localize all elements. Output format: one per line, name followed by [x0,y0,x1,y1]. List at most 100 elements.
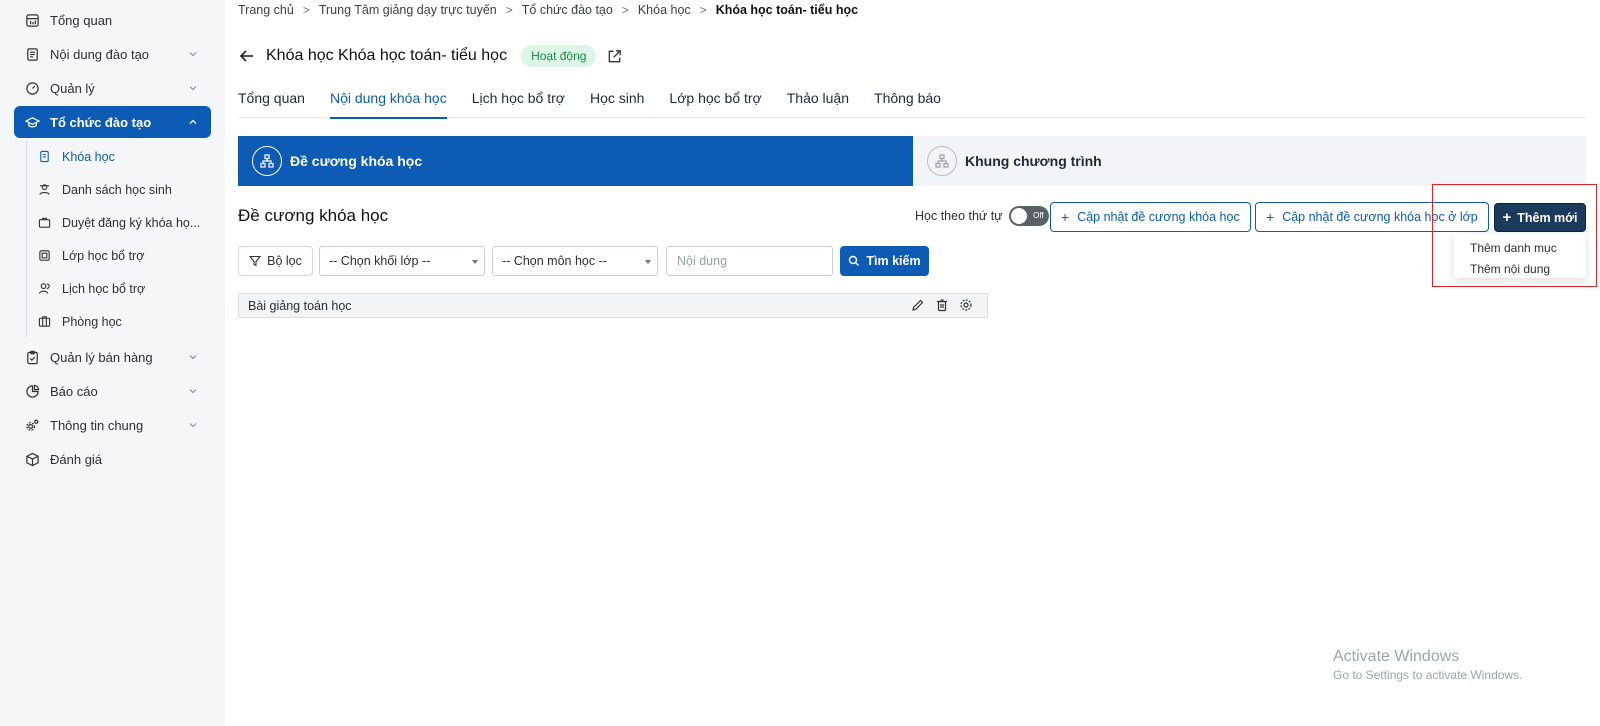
grade-select[interactable]: -- Chọn khối lớp -- [319,246,485,276]
button-label: Bộ lọc [267,254,302,268]
section-label: Khung chương trình [965,153,1102,169]
breadcrumb-courses[interactable]: Khóa học [638,3,691,17]
sidebar-subitem-supplementary-classes[interactable]: Lớp học bổ trợ [38,242,213,270]
content-search-input[interactable] [666,246,833,276]
users-icon [38,282,52,296]
tab-supplementary-schedule[interactable]: Lịch học bổ trợ [472,86,565,118]
breadcrumb-training-organization[interactable]: Tổ chức đào tạo [522,3,613,17]
sidebar-subitem-label: Lớp học bổ trợ [62,249,145,263]
section-label: Đề cương khóa học [290,153,423,169]
sidebar-subitem-label: Duyệt đăng ký khóa họ... [62,216,201,230]
chevron-down-icon [189,52,197,57]
tab-overview[interactable]: Tổng quan [238,86,305,118]
hierarchy-icon [252,146,282,176]
filter-button[interactable]: Bộ lọc [238,246,313,276]
document-icon [24,46,40,62]
add-new-button[interactable]: + Thêm mới [1494,203,1586,232]
section-curriculum-framework[interactable]: Khung chương trình [913,136,1586,186]
select-value: -- Chọn khối lớp -- [329,254,431,268]
update-outline-button[interactable]: + Cập nhật đề cương khóa học [1050,202,1251,232]
windows-activation-watermark: Activate Windows Go to Settings to activ… [1333,648,1522,682]
toggle-label: Học theo thứ tự [915,209,1003,223]
search-button[interactable]: Tìm kiếm [840,246,929,276]
sidebar-item-label: Đánh giá [50,451,103,467]
sidebar-item-reports[interactable]: Báo cáo [14,375,211,407]
chevron-down-icon [189,389,197,394]
breadcrumb-current: Khóa học toán- tiểu học [715,3,859,17]
sidebar-item-management[interactable]: Quản lý [14,72,211,104]
sidebar-subitem-enrollment-approval[interactable]: Duyệt đăng ký khóa họ... [38,209,213,237]
chevron-right-icon: > [621,3,629,17]
settings-cog-icon [24,417,40,433]
sidebar-item-general-info[interactable]: Thông tin chung [14,409,211,441]
sidebar-item-training-organization[interactable]: Tổ chức đào tạo [14,106,211,138]
plus-icon: + [1502,209,1512,226]
edit-pencil-icon[interactable] [911,298,927,314]
status-badge: Hoạt động [521,45,597,67]
gear-icon[interactable] [959,298,975,314]
tab-notifications[interactable]: Thông báo [874,86,941,118]
outline-item-label: Bài giảng toán học [248,298,352,313]
tab-discussion[interactable]: Thảo luận [787,86,849,118]
menu-item-add-content[interactable]: Thêm nội dung [1454,258,1586,279]
chevron-down-icon [189,355,197,360]
breadcrumb-home[interactable]: Trang chủ [238,3,294,17]
select-value: -- Chọn môn học -- [502,254,607,268]
sidebar-item-training-content[interactable]: Nội dung đào tạo [14,38,211,70]
button-label: Tìm kiếm [866,254,921,268]
watermark-subtitle: Go to Settings to activate Windows. [1333,668,1523,682]
pie-chart-icon [24,383,40,399]
sidebar-item-label: Tổng quan [50,12,113,28]
tab-course-content[interactable]: Nội dung khóa học [329,86,447,119]
sidebar-item-label: Thông tin chung [50,417,144,433]
outline-item-row[interactable]: Bài giảng toán học [238,293,988,318]
page-header: Khóa học Khóa học toán- tiểu học Hoạt độ… [238,44,623,68]
sidebar-item-evaluation[interactable]: Đánh giá [14,443,211,475]
chevron-down-icon [189,86,197,91]
tab-supplementary-classes[interactable]: Lớp học bổ trợ [669,86,761,118]
submenu-guide-line [26,141,27,337]
sidebar-subitem-rooms[interactable]: Phòng học [38,308,213,336]
watermark-title: Activate Windows [1333,648,1460,665]
trash-icon[interactable] [935,298,951,314]
sequential-learning-toggle-group: Học theo thứ tự Off [915,206,1049,226]
section-course-outline[interactable]: Đề cương khóa học [238,136,913,186]
sidebar-subitem-student-list[interactable]: Danh sách học sinh [38,176,213,204]
search-icon [849,255,860,266]
student-icon [38,183,52,197]
sidebar-subitem-label: Lịch học bổ trợ [62,282,146,296]
breadcrumb-center[interactable]: Trung Tâm giảng dạy trực tuyến [319,3,497,17]
tab-students[interactable]: Học sinh [590,86,644,118]
sidebar-item-label: Báo cáo [50,383,98,399]
sidebar-item-sales-management[interactable]: Quản lý bán hàng [14,341,211,373]
sidebar-item-overview[interactable]: Tổng quan [14,4,211,36]
chevron-right-icon: > [302,3,310,17]
plus-icon: + [1266,209,1275,225]
external-link-icon[interactable] [606,48,623,65]
room-icon [38,315,52,329]
outline-section-title: Đề cương khóa học [238,206,389,225]
subject-select[interactable]: -- Chọn môn học -- [492,246,658,276]
page-title: Khóa học Khóa học toán- tiểu học [266,47,508,64]
button-label: Cập nhật đề cương khóa học [1077,210,1240,224]
row-actions [903,298,975,314]
clipboard-icon [24,349,40,365]
sequential-learning-toggle[interactable]: Off [1008,206,1049,226]
tab-bar: Tổng quan Nội dung khóa học Lịch học bổ … [238,86,1586,119]
sidebar: Tổng quan Nội dung đào tạo Quản lý Tổ ch… [0,0,225,726]
sidebar-subitem-supplementary-schedule[interactable]: Lịch học bổ trợ [38,275,213,303]
breadcrumb: Trang chủ > Trung Tâm giảng dạy trực tuy… [238,3,858,17]
sidebar-subitem-label: Danh sách học sinh [62,183,172,197]
hierarchy-icon [927,146,957,176]
gauge-icon [24,80,40,96]
menu-item-add-category[interactable]: Thêm danh mục [1454,237,1586,258]
sidebar-item-label: Quản lý bán hàng [50,349,153,365]
chevron-down-icon [189,423,197,428]
classroom-icon [38,249,52,263]
book-icon [38,150,52,164]
graduation-cap-icon [24,114,40,130]
chevron-right-icon: > [699,3,707,17]
sidebar-item-label: Quản lý [50,80,95,96]
back-arrow-icon[interactable] [238,47,256,65]
sidebar-subitem-courses[interactable]: Khóa học [38,143,213,171]
